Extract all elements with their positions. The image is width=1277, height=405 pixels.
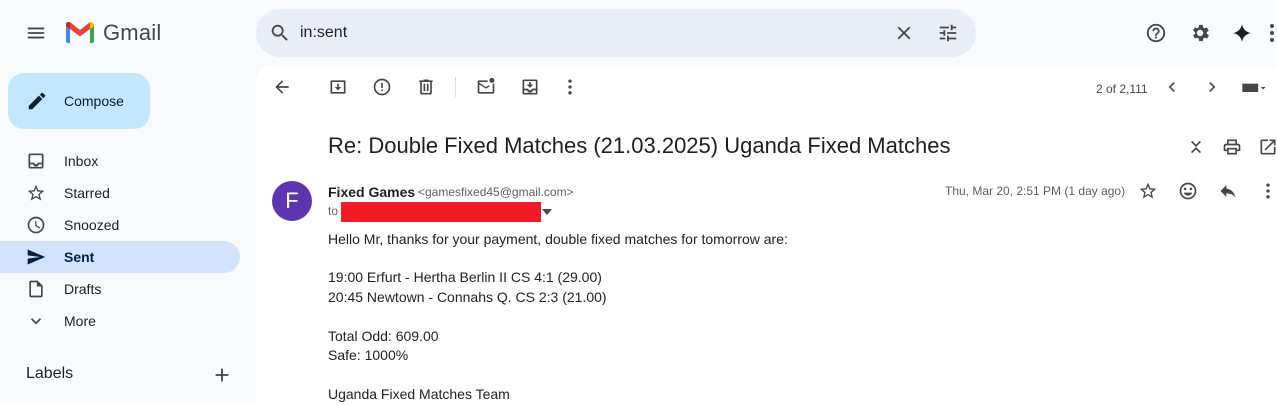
clock-icon xyxy=(27,216,45,234)
gemini-button[interactable] xyxy=(1222,13,1262,53)
compose-label: Compose xyxy=(64,93,124,109)
show-details-icon[interactable] xyxy=(541,205,553,219)
email-body-line: Total Odd: 609.00 xyxy=(328,328,439,344)
search-options-button[interactable] xyxy=(928,13,968,53)
archive-icon xyxy=(330,80,346,94)
create-label-button[interactable] xyxy=(202,355,242,395)
chevron-right-icon xyxy=(1209,82,1216,92)
mark-unread-button[interactable] xyxy=(468,69,504,105)
app-name: Gmail xyxy=(103,20,162,45)
search-icon xyxy=(271,24,288,41)
sidebar-item-label: Inbox xyxy=(64,153,99,169)
archive-button[interactable] xyxy=(320,69,356,105)
recipient-label: to xyxy=(328,204,339,218)
sidebar-item-starred[interactable]: Starred xyxy=(0,177,240,209)
pencil-icon xyxy=(28,92,46,110)
arrow-back-icon xyxy=(275,80,289,94)
more-options-button[interactable] xyxy=(552,69,588,105)
email-body-line: 19:00 Erfurt - Hertha Berlin II CS 4:1 (… xyxy=(328,269,602,285)
message-more-button[interactable] xyxy=(1250,173,1277,209)
sidebar-item-label: More xyxy=(64,313,96,329)
keyboard-icon xyxy=(1242,83,1266,92)
sidebar-item-label: Snoozed xyxy=(64,217,120,233)
sidebar-item-label: Starred xyxy=(64,185,110,201)
search-button[interactable] xyxy=(260,13,300,53)
settings-button[interactable] xyxy=(1180,13,1220,53)
sidebar-item-inbox[interactable]: Inbox xyxy=(0,145,240,177)
move-to-inbox-icon xyxy=(522,79,538,95)
email-view: 2 of 2,111 Re: Double Fixed Matches (21.… xyxy=(256,65,1277,405)
sidebar-item-label: Sent xyxy=(64,249,95,265)
report-spam-button[interactable] xyxy=(364,69,400,105)
more-vert-icon xyxy=(1266,183,1270,199)
gear-icon xyxy=(1193,24,1209,42)
more-vert-icon xyxy=(568,79,572,95)
sidebar-item-label: Drafts xyxy=(64,281,102,297)
mail-unread-icon xyxy=(477,77,495,94)
gmail-logo[interactable]: Gmail xyxy=(64,19,161,47)
apps-button[interactable] xyxy=(1262,13,1277,53)
toolbar-divider xyxy=(455,77,456,97)
sidebar-item-more[interactable]: More xyxy=(0,305,240,337)
star-icon xyxy=(27,184,45,201)
star-button[interactable] xyxy=(1130,173,1166,209)
input-tools-button[interactable] xyxy=(1234,69,1274,105)
send-icon xyxy=(27,249,46,265)
chevron-down-icon xyxy=(31,318,41,325)
sender-email: <gamesfixed45@gmail.com> xyxy=(418,185,574,199)
apps-grid-icon xyxy=(1270,24,1274,42)
search-input[interactable] xyxy=(300,9,880,57)
chevron-left-icon xyxy=(1168,82,1175,92)
newer-button[interactable] xyxy=(1154,69,1190,105)
older-button[interactable] xyxy=(1194,69,1230,105)
trash-icon xyxy=(419,79,433,95)
clear-search-button[interactable] xyxy=(884,13,924,53)
open-new-window-button[interactable] xyxy=(1250,129,1277,165)
sidebar-item-drafts[interactable]: Drafts xyxy=(0,273,240,305)
gmail-m-icon xyxy=(66,22,94,43)
sparkle-icon xyxy=(1232,23,1252,43)
star-outline-icon xyxy=(1139,182,1157,199)
compose-button[interactable]: Compose xyxy=(8,73,150,129)
email-date: Thu, Mar 20, 2:51 PM (1 day ago) xyxy=(945,184,1126,198)
redacted-recipient xyxy=(341,202,541,222)
print-icon xyxy=(1223,139,1241,155)
main-menu-button[interactable] xyxy=(16,13,56,53)
sidebar-item-sent[interactable]: Sent xyxy=(0,241,240,273)
labels-heading: Labels xyxy=(26,365,74,382)
open-in-new-icon xyxy=(1260,139,1276,155)
email-body-line: Uganda Fixed Matches Team xyxy=(328,386,510,402)
reply-button[interactable] xyxy=(1210,173,1246,209)
delete-button[interactable] xyxy=(408,69,444,105)
report-icon xyxy=(373,78,391,96)
search-bar[interactable] xyxy=(256,9,976,57)
inbox-icon xyxy=(28,153,44,169)
back-button[interactable] xyxy=(264,69,300,105)
add-reaction-button[interactable] xyxy=(1170,173,1206,209)
support-button[interactable] xyxy=(1136,13,1176,53)
help-icon xyxy=(1146,23,1166,43)
email-body-line: Safe: 1000% xyxy=(328,347,409,363)
tune-icon xyxy=(939,24,957,42)
sender-name[interactable]: Fixed Games xyxy=(328,184,415,200)
draft-file-icon xyxy=(29,280,43,298)
plus-icon xyxy=(215,368,229,382)
hamburger-menu-icon xyxy=(27,27,45,39)
email-subject: Re: Double Fixed Matches (21.03.2025) Ug… xyxy=(328,133,951,158)
pagination-text: 2 of 2,111 xyxy=(1096,82,1148,96)
sender-avatar[interactable]: F xyxy=(272,181,312,221)
sidebar-item-snoozed[interactable]: Snoozed xyxy=(0,209,240,241)
reply-icon xyxy=(1220,185,1236,198)
move-to-button[interactable] xyxy=(512,69,548,105)
unfold-icon xyxy=(1191,140,1201,154)
emoji-icon xyxy=(1179,182,1197,200)
close-icon xyxy=(897,26,911,40)
email-body-line: 20:45 Newtown - Connahs Q. CS 2:3 (21.00… xyxy=(328,289,607,305)
expand-all-button[interactable] xyxy=(1178,129,1214,165)
print-button[interactable] xyxy=(1214,129,1250,165)
email-body-line: Hello Mr, thanks for your payment, doubl… xyxy=(328,231,788,247)
